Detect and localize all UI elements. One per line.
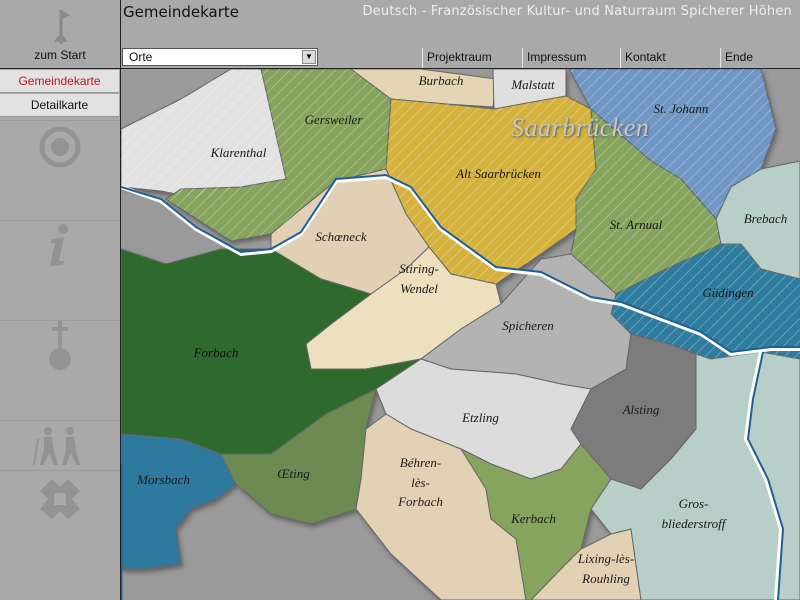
info-icon xyxy=(50,224,68,266)
place-label-gersweiler[interactable]: Gersweiler xyxy=(291,110,376,130)
place-label-grosbliederstroff[interactable]: Gros- bliederstroff xyxy=(646,494,741,533)
nav-ende[interactable]: Ende xyxy=(720,48,795,68)
place-label-lixing[interactable]: Lixing-lès- Rouhling xyxy=(566,549,646,588)
place-label-kerbach[interactable]: Kerbach xyxy=(496,509,571,529)
sidebar-slot-cross[interactable] xyxy=(0,320,120,371)
place-label-gudingen[interactable]: Güdingen xyxy=(683,283,773,303)
nav-kontakt[interactable]: Kontakt xyxy=(620,48,719,68)
place-label-spicheren[interactable]: Spicheren xyxy=(483,316,573,336)
cross-globe-icon xyxy=(49,321,71,370)
sidebar-slot-emblem[interactable] xyxy=(0,470,120,521)
sidebar: Gemeindekarte Detailkarte xyxy=(0,70,120,600)
hikers-icon xyxy=(33,427,80,466)
municipality-map: Saarbrücken Burbach Malstatt St. Johann … xyxy=(121,69,800,600)
nav-projektraum[interactable]: Projektraum xyxy=(422,48,523,68)
site-title: Deutsch - Französischer Kultur- und Natu… xyxy=(362,4,792,19)
place-label-morsbach[interactable]: Morsbach xyxy=(126,470,201,490)
place-label-st-johann[interactable]: St. Johann xyxy=(636,99,726,119)
home-link[interactable]: zum Start xyxy=(0,48,120,62)
home-flag-icon xyxy=(54,10,70,44)
target-icon xyxy=(39,126,81,168)
nav-impressum[interactable]: Impressum xyxy=(522,48,619,68)
place-label-oeting[interactable]: Œting xyxy=(261,464,326,484)
place-label-st-arnual[interactable]: St. Arnual xyxy=(591,215,681,235)
place-label-stiring-wendel[interactable]: Stiring- Wendel xyxy=(379,259,459,298)
region-morsbach[interactable] xyxy=(121,433,237,570)
chevron-down-icon[interactable]: ▼ xyxy=(302,50,316,64)
place-label-alsting[interactable]: Alsting xyxy=(606,400,676,420)
place-label-brebach[interactable]: Brebach xyxy=(733,209,798,229)
sidebar-slot-info[interactable] xyxy=(0,220,120,271)
page-title: Gemeindekarte xyxy=(123,3,240,21)
city-label-saarbruecken: Saarbrücken xyxy=(511,113,650,142)
place-label-malstatt[interactable]: Malstatt xyxy=(498,75,568,95)
emblem-icon xyxy=(40,479,80,519)
place-label-schoeneck[interactable]: Schœneck xyxy=(301,227,381,247)
place-label-burbach[interactable]: Burbach xyxy=(406,71,476,91)
places-dropdown[interactable]: Orte ▼ xyxy=(122,48,318,66)
place-label-behren[interactable]: Béhren- lès- Forbach xyxy=(383,453,458,512)
sidebar-item-detailkarte[interactable]: Detailkarte xyxy=(0,94,119,117)
place-label-alt-saarbruecken[interactable]: Alt Saarbrücken xyxy=(436,164,561,184)
place-label-klarenthal[interactable]: Klarenthal xyxy=(191,143,286,163)
places-dropdown-value: Orte xyxy=(129,50,153,64)
sidebar-item-gemeindekarte[interactable]: Gemeindekarte xyxy=(0,70,119,93)
sidebar-slot-hikers[interactable] xyxy=(0,420,120,471)
place-label-etzling[interactable]: Etzling xyxy=(443,408,518,428)
place-label-forbach[interactable]: Forbach xyxy=(176,343,256,363)
sidebar-slot-target[interactable] xyxy=(0,120,120,171)
